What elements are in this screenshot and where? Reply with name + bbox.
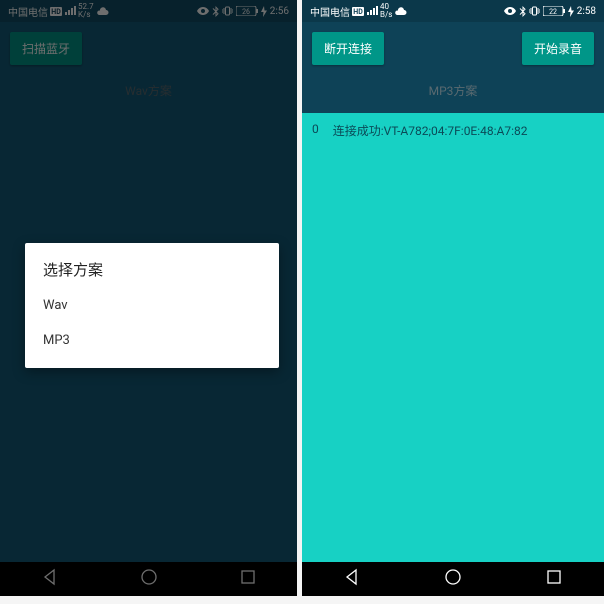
bluetooth-icon: [519, 6, 526, 17]
cloud-icon: [394, 7, 407, 16]
disconnect-button[interactable]: 断开连接: [312, 32, 384, 65]
status-bar: 中国电信 HD 40 B/s: [302, 0, 604, 22]
back-icon[interactable]: [343, 568, 361, 590]
net-unit: B/s: [380, 11, 392, 19]
select-scheme-dialog: 选择方案 Wav MP3: [25, 243, 279, 368]
svg-text:22: 22: [549, 8, 557, 16]
log-line: 0 连接成功:VT-A782;04:7F:0E:48:A7:82: [302, 113, 604, 148]
log-area[interactable]: 0 连接成功:VT-A782;04:7F:0E:48:A7:82: [302, 113, 604, 562]
charging-icon: [568, 6, 574, 17]
start-record-button[interactable]: 开始录音: [522, 32, 594, 65]
time-text: 2:58: [577, 6, 596, 17]
signal-icon: [366, 6, 378, 16]
home-icon[interactable]: [444, 568, 462, 590]
dialog-item-wav[interactable]: Wav: [25, 288, 279, 323]
dialog-item-mp3[interactable]: MP3: [25, 323, 279, 358]
navigation-bar: [302, 562, 604, 596]
battery-icon: 22: [543, 6, 565, 16]
phone-right: 中国电信 HD 40 B/s: [302, 0, 604, 596]
carrier-text: 中国电信: [310, 4, 350, 19]
hd-icon: HD: [352, 7, 364, 16]
svg-text:HD: HD: [353, 8, 363, 16]
log-text: 连接成功:VT-A782;04:7F:0E:48:A7:82: [333, 122, 528, 139]
log-index: 0: [312, 122, 319, 139]
recent-icon[interactable]: [545, 568, 563, 590]
button-row: 断开连接 开始录音: [302, 22, 604, 65]
dialog-title: 选择方案: [25, 259, 279, 288]
vibrate-icon: [529, 6, 540, 16]
eye-icon: [504, 7, 516, 15]
phone-left: 中国电信 HD 52.7 K/s: [0, 0, 297, 596]
scheme-label: MP3方案: [302, 65, 604, 113]
